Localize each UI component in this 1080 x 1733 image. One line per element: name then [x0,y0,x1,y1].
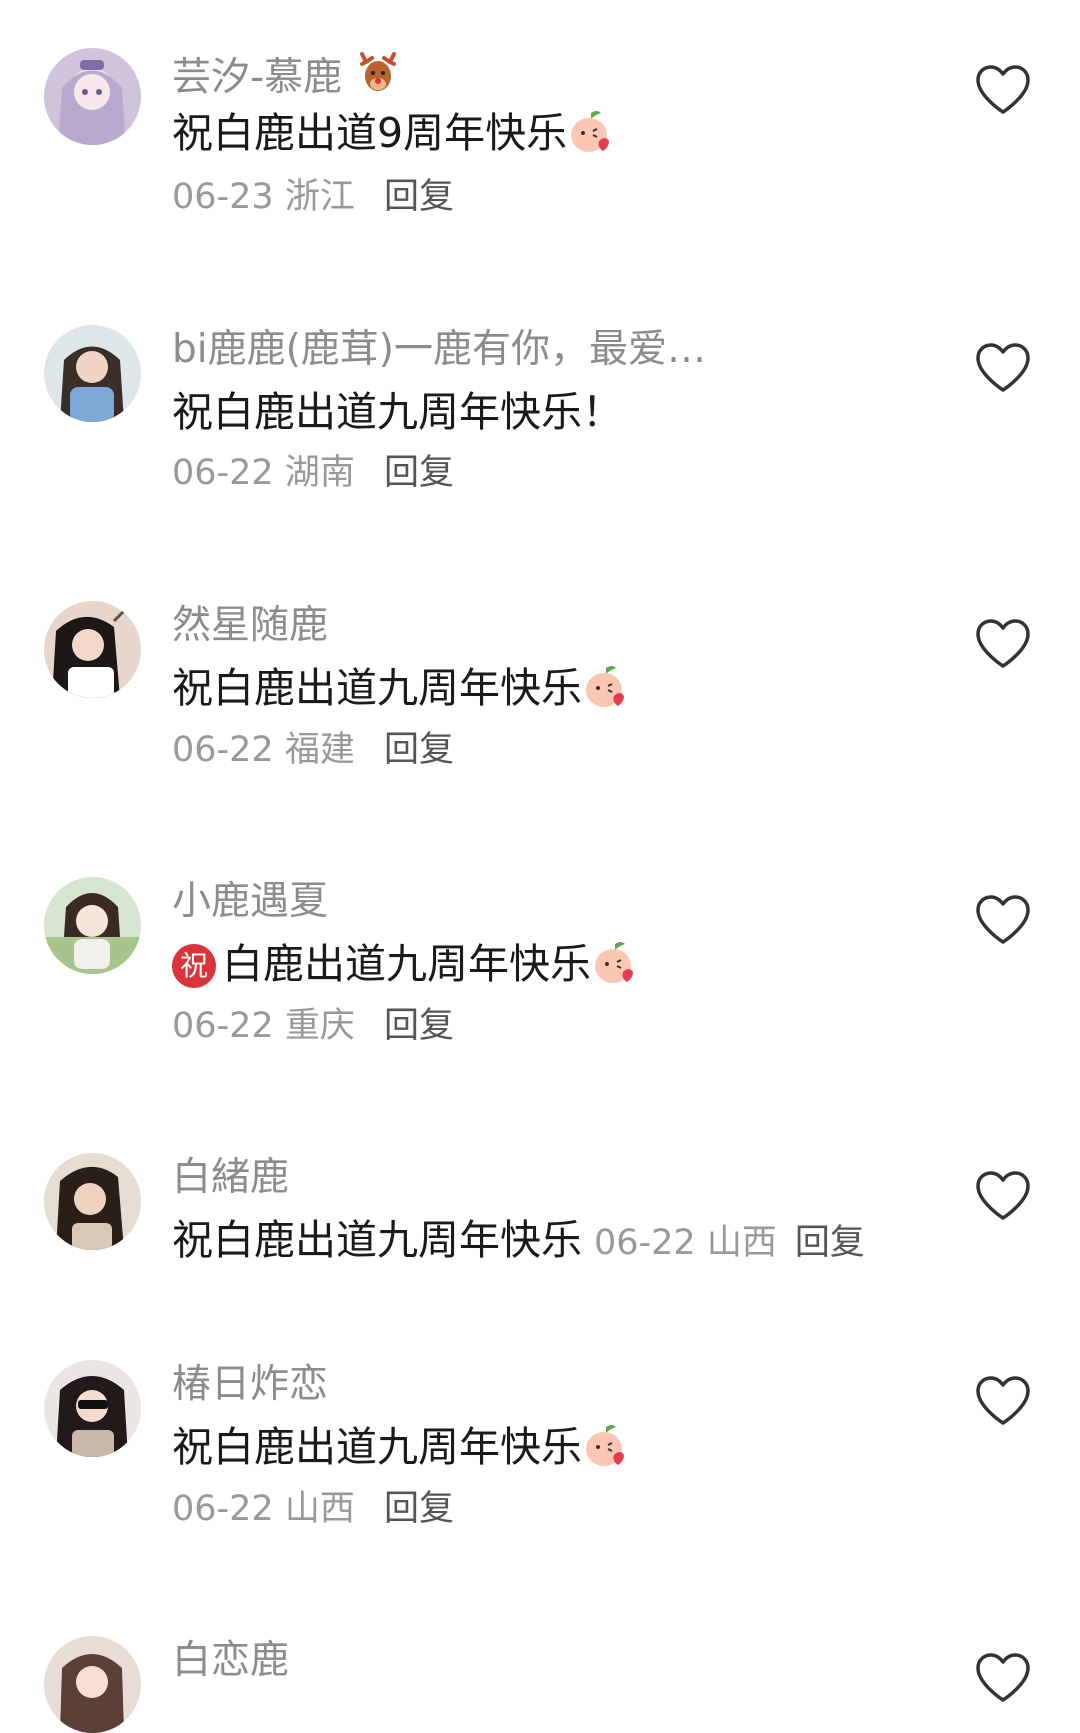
like-heart-icon[interactable] [974,1375,1032,1427]
comment-username[interactable]: bi鹿鹿(鹿茸)一鹿有你，最爱… [172,325,706,375]
reply-button[interactable]: 回复 [384,1006,454,1046]
comment-meta: 06-22 重庆 回复 [172,1003,454,1049]
comment-date: 06-23 [172,177,274,217]
comment-text: 祝白鹿出道九周年快乐 [172,661,630,715]
comment-text: 祝白鹿出道九周年快乐 06-22 山西 回复 [172,1216,865,1264]
comment-meta: 06-22 福建 回复 [172,727,454,773]
like-heart-icon[interactable] [974,64,1032,116]
avatar[interactable] [44,48,141,145]
comment-text: 祝白鹿出道九周年快乐！ [172,388,623,436]
like-heart-icon[interactable] [974,342,1032,394]
comment-meta: 06-23 浙江 回复 [172,174,454,220]
avatar[interactable] [44,1153,141,1250]
comment-date: 06-22 [172,1489,274,1529]
comment-username[interactable]: 芸汐-慕鹿 [172,48,402,103]
avatar[interactable] [44,325,141,422]
comment-username[interactable]: 小鹿遇夏 [172,877,328,927]
comment-meta: 06-22 湖南 回复 [172,450,454,496]
comment-text: 祝白鹿出道九周年快乐 [172,1420,630,1474]
like-heart-icon[interactable] [974,894,1032,946]
comment-location: 山西 [706,1223,777,1263]
like-heart-icon[interactable] [974,1652,1032,1704]
avatar[interactable] [44,1636,141,1733]
comment-date: 06-22 [172,730,274,770]
comment-date: 06-22 [172,1006,274,1046]
reply-button[interactable]: 回复 [384,177,454,217]
comment-username[interactable]: 椿日炸恋 [172,1360,328,1410]
comment-location: 重庆 [284,1006,355,1046]
peach-kiss-emoji-icon [571,111,610,152]
avatar[interactable] [44,877,141,974]
peach-kiss-emoji-icon [586,666,624,707]
comment-username[interactable]: 然星随鹿 [172,601,328,651]
reply-button[interactable]: 回复 [384,453,454,493]
avatar[interactable] [44,601,141,698]
comment-text: 祝白鹿出道九周年快乐 [172,937,639,991]
peach-kiss-emoji-icon [586,1425,624,1466]
reply-button[interactable]: 回复 [384,1489,454,1529]
comment-location: 山西 [284,1489,355,1529]
comment-date: 06-22 [594,1223,696,1263]
like-heart-icon[interactable] [974,1170,1032,1222]
comment-username[interactable]: 白緒鹿 [172,1153,289,1203]
reply-button[interactable]: 回复 [384,730,454,770]
comment-text: 祝白鹿出道9周年快乐 [172,106,615,160]
comment-username[interactable]: 白恋鹿 [172,1636,289,1686]
comment-date: 06-22 [172,453,274,493]
comment-meta: 06-22 山西 回复 [172,1486,454,1532]
comment-location: 浙江 [284,177,355,217]
peach-kiss-emoji-icon [595,942,633,983]
blessing-badge: 祝 [172,944,216,988]
like-heart-icon[interactable] [974,618,1032,670]
comment-location: 福建 [284,730,355,770]
comment-meta: 06-22 山西 回复 [594,1223,865,1263]
reply-button[interactable]: 回复 [795,1223,865,1263]
comment-location: 湖南 [284,453,355,493]
avatar[interactable] [44,1360,141,1457]
deer-emoji-icon [360,52,397,91]
